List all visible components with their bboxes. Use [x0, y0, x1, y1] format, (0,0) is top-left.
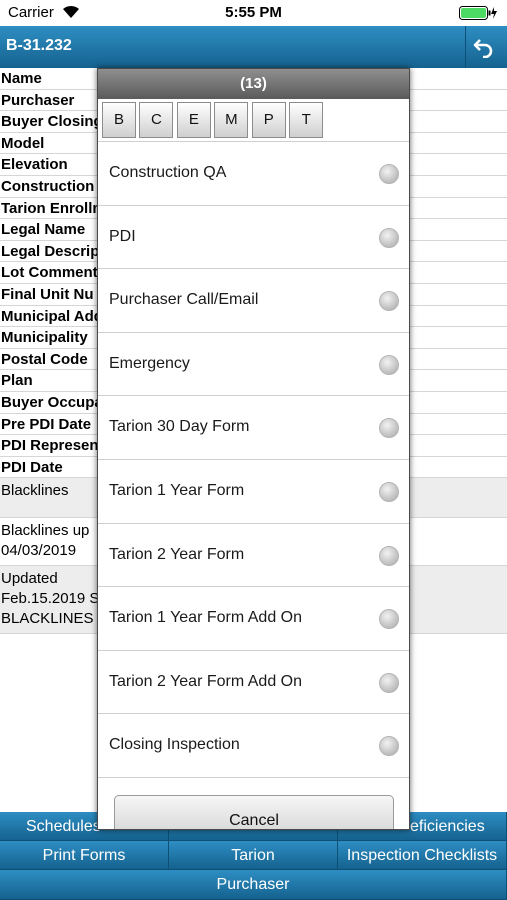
option-tarion-1-year-form[interactable]: Tarion 1 Year Form — [98, 460, 409, 524]
option-label: Purchaser Call/Email — [109, 291, 259, 309]
filter-button-p[interactable]: P — [251, 102, 286, 138]
option-label: Closing Inspection — [109, 736, 240, 754]
tab-purchaser[interactable]: Purchaser — [0, 870, 507, 900]
tab-print-forms[interactable]: Print Forms — [0, 841, 169, 870]
option-label: Tarion 1 Year Form — [109, 481, 245, 499]
option-tarion-30-day-form[interactable]: Tarion 30 Day Form — [98, 396, 409, 460]
battery-icon — [459, 6, 499, 24]
status-bar: Carrier 5:55 PM — [0, 0, 507, 26]
undo-back-icon[interactable] — [473, 36, 495, 63]
option-purchaser-call-email[interactable]: Purchaser Call/Email — [98, 269, 409, 333]
radio-icon[interactable] — [379, 164, 399, 184]
filter-button-b[interactable]: B — [102, 102, 136, 138]
radio-icon[interactable] — [379, 545, 399, 566]
option-label: Tarion 2 Year Form Add On — [109, 672, 302, 690]
page-title: B-31.232 — [6, 37, 72, 54]
radio-icon[interactable] — [379, 418, 399, 439]
option-emergency[interactable]: Emergency — [98, 333, 409, 397]
radio-icon[interactable] — [379, 354, 399, 375]
option-label: Tarion 30 Day Form — [109, 418, 250, 436]
option-label: Emergency — [109, 354, 190, 372]
navigation-bar: B-31.232 — [0, 26, 507, 68]
radio-icon[interactable] — [379, 609, 399, 630]
nav-divider — [465, 26, 466, 68]
radio-icon[interactable] — [379, 736, 399, 757]
status-time: 5:55 PM — [225, 4, 282, 21]
option-label: Tarion 2 Year Form — [109, 545, 245, 563]
inspection-type-picker: (13) B C E M P T Construction QA PDI Pur… — [97, 68, 410, 830]
option-label: PDI — [109, 227, 136, 245]
cancel-button[interactable]: Cancel — [114, 795, 394, 829]
picker-header: (13) — [98, 69, 409, 99]
radio-icon[interactable] — [379, 481, 399, 502]
option-label: Tarion 1 Year Form Add On — [109, 609, 302, 627]
picker-footer: Cancel — [98, 782, 409, 829]
filter-button-row: B C E M P T — [98, 99, 409, 142]
filter-button-t[interactable]: T — [289, 102, 324, 138]
radio-icon[interactable] — [379, 227, 399, 248]
option-tarion-1-year-form-add-on[interactable]: Tarion 1 Year Form Add On — [98, 587, 409, 651]
option-label: Construction QA — [109, 164, 227, 181]
tab-inspection-checklists[interactable]: Inspection Checklists — [338, 841, 507, 870]
radio-icon[interactable] — [379, 291, 399, 312]
option-closing-inspection[interactable]: Closing Inspection — [98, 714, 409, 778]
tab-tarion[interactable]: Tarion — [169, 841, 338, 870]
option-pdi[interactable]: PDI — [98, 206, 409, 270]
radio-icon[interactable] — [379, 672, 399, 693]
option-tarion-2-year-form-add-on[interactable]: Tarion 2 Year Form Add On — [98, 651, 409, 715]
filter-button-c[interactable]: C — [139, 102, 174, 138]
filter-button-m[interactable]: M — [214, 102, 249, 138]
option-construction-qa[interactable]: Construction QA — [98, 142, 409, 206]
option-tarion-2-year-form[interactable]: Tarion 2 Year Form — [98, 524, 409, 588]
filter-button-e[interactable]: E — [176, 102, 211, 138]
